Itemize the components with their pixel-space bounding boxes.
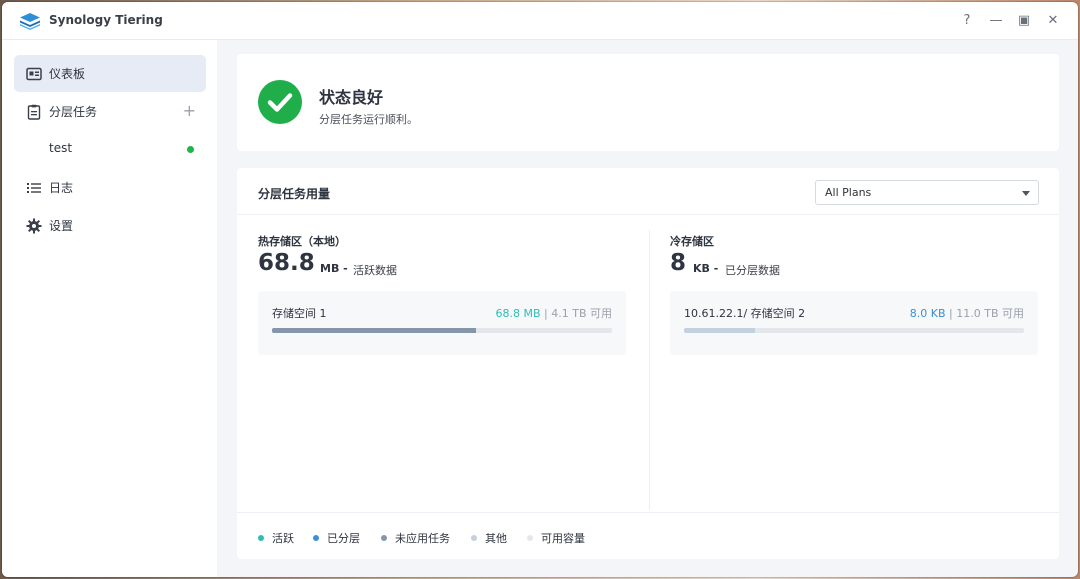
cold-volume-bar-fill: [684, 328, 756, 333]
sidebar-item-tiering-tasks[interactable]: 分层任务 +: [14, 93, 206, 130]
legend-dot: [258, 535, 264, 541]
legend-item-tiered: 已分层: [313, 530, 360, 546]
legend-dot: [471, 535, 477, 541]
legend-label: 未应用任务: [395, 532, 450, 545]
legend-dot: [381, 535, 387, 541]
legend-label: 活跃: [272, 532, 294, 545]
legend-item-active: 活跃: [258, 530, 294, 546]
stats-separator: |: [540, 307, 552, 320]
sidebar-item-label: 设置: [49, 219, 74, 233]
sidebar-item-label: 分层任务: [49, 105, 98, 119]
tiering-usage-card: 分层任务用量 All Plans 热存储区（本地） 68.8 MB - 活跃数据…: [237, 168, 1059, 559]
list-icon: [27, 183, 41, 193]
sidebar-item-label: 日志: [49, 181, 74, 195]
hot-volume-used: 68.8 MB: [495, 307, 541, 320]
hot-storage-value: 68.8: [258, 250, 315, 276]
add-task-icon[interactable]: +: [183, 101, 196, 120]
hot-storage-unit: MB -: [320, 262, 348, 275]
hot-storage-desc: 活跃数据: [353, 264, 397, 277]
sidebar-item-dashboard[interactable]: 仪表板: [14, 55, 206, 92]
cold-volume-box: 10.61.22.1/ 存储空间 2 8.0 KB | 11.0 TB 可用: [670, 291, 1038, 355]
status-card: 状态良好 分层任务运行顺利。: [237, 54, 1059, 151]
minimize-icon[interactable]: —: [986, 11, 1006, 31]
cold-storage-value: 8: [670, 250, 687, 276]
title-bar[interactable]: Synology Tiering ? — ▣ ✕: [2, 2, 1078, 40]
cold-volume-used: 8.0 KB: [909, 307, 946, 320]
close-icon[interactable]: ✕: [1043, 11, 1063, 31]
legend-item-unapplied: 未应用任务: [381, 530, 450, 546]
sidebar-item-label: 仪表板: [49, 67, 86, 81]
status-title: 状态良好: [319, 88, 384, 107]
divider: [237, 214, 1059, 215]
divider: [237, 512, 1059, 513]
app-window: Synology Tiering ? — ▣ ✕ 仪表板 分层任务 + test…: [2, 2, 1078, 577]
hot-volume-free: 4.1 TB 可用: [551, 307, 612, 320]
legend-item-free: 可用容量: [527, 530, 585, 546]
divider: [649, 230, 650, 510]
sidebar-item-task-test[interactable]: test: [14, 131, 206, 168]
plan-select[interactable]: All Plans: [815, 180, 1039, 205]
synology-tiering-logo-icon: [20, 13, 40, 30]
sidebar: 仪表板 分层任务 + test 日志 设置: [2, 40, 217, 577]
legend-label: 已分层: [327, 532, 360, 545]
cold-volume-free: 11.0 TB 可用: [956, 307, 1024, 320]
hot-volume-bar: [272, 328, 612, 333]
hot-volume-stats: 68.8 MB | 4.1 TB 可用: [496, 305, 613, 321]
cold-volume-name: 10.61.22.1/ 存储空间 2: [684, 307, 806, 320]
legend-dot: [527, 535, 533, 541]
cold-storage-desc: 已分层数据: [725, 264, 780, 277]
legend-label: 可用容量: [541, 532, 585, 545]
cold-storage-unit: KB -: [693, 262, 719, 275]
cold-volume-stats: 8.0 KB | 11.0 TB 可用: [910, 305, 1024, 321]
sidebar-item-settings[interactable]: 设置: [14, 207, 206, 244]
dashboard-icon: [26, 67, 42, 81]
stats-separator: |: [945, 307, 957, 320]
status-subtitle: 分层任务运行顺利。: [319, 113, 418, 126]
legend-label: 其他: [485, 532, 507, 545]
chevron-down-icon: [1022, 191, 1030, 196]
task-status-dot: [187, 146, 194, 153]
cold-volume-bar: [684, 328, 1024, 333]
maximize-icon[interactable]: ▣: [1014, 11, 1034, 31]
sidebar-item-label: test: [49, 141, 73, 155]
legend-item-other: 其他: [471, 530, 507, 546]
hot-volume-box: 存储空间 1 68.8 MB | 4.1 TB 可用: [258, 291, 626, 355]
help-icon[interactable]: ?: [957, 11, 977, 31]
plan-select-value: All Plans: [825, 186, 872, 199]
hot-storage-title: 热存储区（本地）: [258, 235, 346, 248]
gear-icon: [26, 218, 42, 234]
clipboard-icon: [27, 104, 41, 120]
hot-volume-name: 存储空间 1: [272, 307, 327, 320]
sidebar-item-logs[interactable]: 日志: [14, 169, 206, 206]
check-circle-icon: [258, 80, 302, 124]
legend-dot: [313, 535, 319, 541]
hot-volume-bar-fill: [272, 328, 476, 333]
cold-storage-title: 冷存储区: [670, 235, 714, 248]
usage-title: 分层任务用量: [258, 187, 331, 201]
window-title: Synology Tiering: [49, 13, 163, 27]
